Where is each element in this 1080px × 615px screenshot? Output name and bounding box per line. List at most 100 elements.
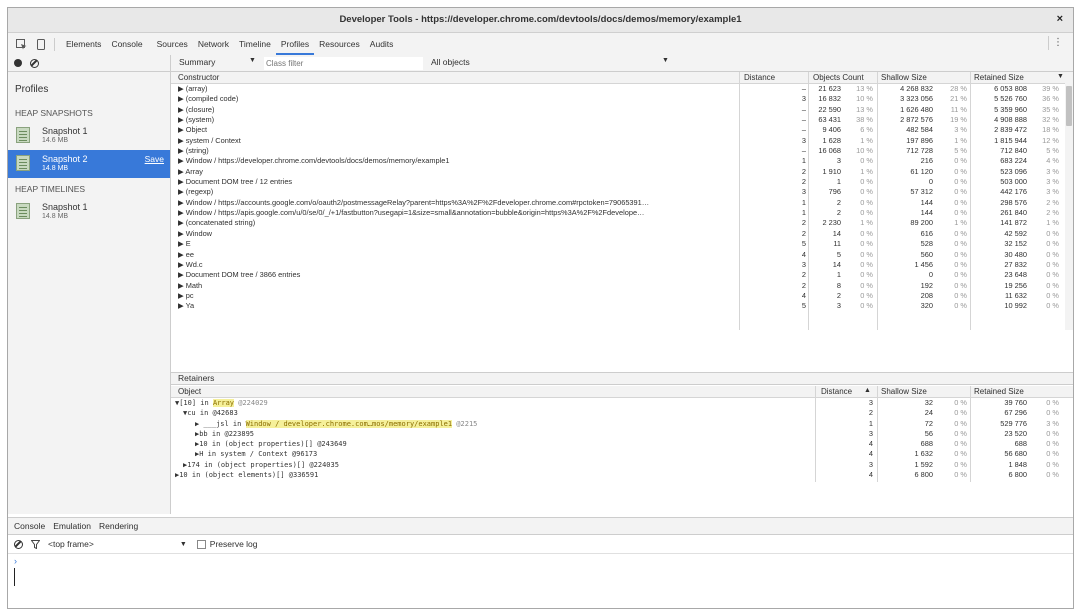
- vertical-scrollbar[interactable]: [1065, 83, 1073, 330]
- sidebar-item-snapshot-1[interactable]: Snapshot 1 14.6 MB: [8, 122, 170, 150]
- dropdown-arrow-icon[interactable]: ▼: [662, 57, 669, 64]
- column-object[interactable]: Object: [178, 387, 201, 396]
- tab-elements[interactable]: Elements: [61, 33, 106, 55]
- column-retained-size[interactable]: Retained Size: [974, 73, 1024, 82]
- clear-all-icon[interactable]: [30, 58, 39, 68]
- column-shallow-size[interactable]: Shallow Size: [881, 387, 927, 396]
- shallow-percent: 19 %: [950, 115, 967, 125]
- table-row[interactable]: ▶ pc 4 2 0 % 208 0 % 11 632 0 %: [171, 291, 1073, 301]
- retained-percent: 1 %: [1046, 218, 1059, 228]
- tab-sources[interactable]: Sources: [152, 33, 193, 55]
- retained-value: 32 152: [1004, 239, 1027, 249]
- table-row[interactable]: ▶ ee 4 5 0 % 560 0 % 30 480 0 %: [171, 250, 1073, 260]
- snapshot-size: 14.8 MB: [42, 165, 69, 172]
- column-shallow-size[interactable]: Shallow Size: [881, 73, 927, 82]
- tab-network[interactable]: Network: [193, 33, 234, 55]
- frame-select[interactable]: <top frame>: [48, 539, 94, 549]
- column-retained-size[interactable]: Retained Size: [974, 387, 1024, 396]
- shallow-value: 192: [920, 280, 933, 290]
- sort-desc-icon[interactable]: ▼: [1057, 73, 1064, 80]
- sidebar-item-snapshot-2[interactable]: Snapshot 2 14.8 MB Save: [8, 150, 170, 178]
- more-menu-icon[interactable]: ⋮: [1048, 36, 1067, 50]
- tab-timeline[interactable]: Timeline: [234, 33, 276, 55]
- class-filter-input[interactable]: [264, 57, 423, 70]
- distance-value: 4: [868, 449, 873, 459]
- record-icon[interactable]: [14, 59, 22, 67]
- table-row[interactable]: ▶ Window / https://developer.chrome.com/…: [171, 156, 1073, 166]
- tab-console[interactable]: Console: [106, 33, 147, 55]
- retained-percent: 0 %: [1046, 239, 1059, 249]
- retained-percent: 18 %: [1042, 125, 1059, 135]
- retainer-row[interactable]: ▶174 in (object properties)[] @224035 3 1 …: [171, 460, 1073, 470]
- perspective-select[interactable]: Summary: [179, 57, 215, 67]
- device-mode-icon[interactable]: [34, 37, 48, 51]
- table-row[interactable]: ▶ Object – 9 406 6 % 482 584 3 % 2 839 472 18 %: [171, 125, 1073, 135]
- retained-value: 19 256: [1004, 280, 1027, 290]
- preserve-log-checkbox[interactable]: [196, 539, 206, 549]
- table-row[interactable]: ▶ Wd.c 3 14 0 % 1 456 0 % 27 832 0 %: [171, 260, 1073, 270]
- tab-emulation[interactable]: Emulation: [49, 521, 95, 531]
- tab-profiles[interactable]: Profiles: [275, 33, 315, 55]
- table-row[interactable]: ▶ Window 2 14 0 % 616 0 % 42 592 0 %: [171, 229, 1073, 239]
- column-distance[interactable]: Distance: [821, 387, 852, 396]
- table-row[interactable]: ▶ Document DOM tree / 3866 entries 2 1 0 % 0…: [171, 270, 1073, 280]
- console-prompt-area[interactable]: ›: [8, 554, 1073, 608]
- inspect-element-icon[interactable]: [14, 37, 28, 51]
- sidebar-item-timeline-snapshot[interactable]: Snapshot 1 14.8 MB: [8, 198, 170, 226]
- count-percent: 0 %: [860, 228, 873, 238]
- retainer-row[interactable]: ▶H in system / Context @96173 4 1 632 0 % 56…: [171, 449, 1073, 459]
- retainer-row[interactable]: ▼cu in @42683 2 24 0 % 67 296 0 %: [171, 408, 1073, 418]
- constructor-name: ▶ pc: [178, 290, 194, 300]
- retainer-object-name: Array: [212, 399, 235, 407]
- close-icon[interactable]: ×: [1057, 13, 1063, 25]
- shallow-percent: 0 %: [954, 408, 967, 418]
- dropdown-arrow-icon[interactable]: ▼: [249, 57, 256, 64]
- shallow-percent: 0 %: [954, 280, 967, 290]
- shallow-percent: 0 %: [954, 156, 967, 166]
- tab-console[interactable]: Console: [8, 521, 49, 531]
- column-objects-count[interactable]: Objects Count: [813, 73, 864, 82]
- table-row[interactable]: ▶ (concatenated string) 2 2 230 1 % 89 200 1 …: [171, 218, 1073, 228]
- table-row[interactable]: ▶ Math 2 8 0 % 192 0 % 19 256 0 %: [171, 281, 1073, 291]
- retainer-row[interactable]: ▶ ___jsl in Window / developer.chrome.co…: [171, 419, 1073, 429]
- column-distance[interactable]: Distance: [744, 73, 775, 82]
- count-percent: 0 %: [860, 177, 873, 187]
- tab-rendering[interactable]: Rendering: [95, 521, 142, 531]
- objects-select[interactable]: All objects: [431, 57, 470, 67]
- retainer-row[interactable]: ▶10 in (object elements)[] @336591 4 6 800…: [171, 470, 1073, 480]
- distance-value: 3: [868, 428, 873, 438]
- count-percent: 0 %: [860, 280, 873, 290]
- save-link[interactable]: Save: [145, 154, 164, 164]
- table-row[interactable]: ▶ Document DOM tree / 12 entries 2 1 0 % 0 0 …: [171, 177, 1073, 187]
- constructor-name: ▶ (closure): [178, 104, 215, 114]
- tab-resources[interactable]: Resources: [314, 33, 365, 55]
- distance-value: 3: [868, 459, 873, 469]
- table-row[interactable]: ▶ Window / https://accounts.google.com/o…: [171, 198, 1073, 208]
- retained-value: 5 359 960: [994, 104, 1027, 114]
- clear-console-icon[interactable]: [14, 539, 23, 549]
- table-row[interactable]: ▶ Window / https://apis.google.com/u/0/s…: [171, 208, 1073, 218]
- table-row[interactable]: ▶ (regexp) 3 796 0 % 57 312 0 % 442 176 3 %: [171, 187, 1073, 197]
- table-row[interactable]: ▶ Array 2 1 910 1 % 61 120 0 % 523 096 3 %: [171, 167, 1073, 177]
- table-row[interactable]: ▶ Ya 5 3 0 % 320 0 % 10 992 0 %: [171, 301, 1073, 311]
- sort-asc-icon[interactable]: ▲: [864, 387, 871, 394]
- retainer-row[interactable]: ▶bb in @223895 3 56 0 % 23 520 0 %: [171, 429, 1073, 439]
- dropdown-arrow-icon[interactable]: ▼: [180, 541, 187, 548]
- title-bar: Developer Tools - https://developer.chro…: [8, 8, 1073, 33]
- console-drawer: Console Emulation Rendering <top frame> …: [8, 517, 1073, 608]
- column-divider: [808, 72, 809, 330]
- count-percent: 0 %: [860, 301, 873, 311]
- scrollbar-thumb[interactable]: [1066, 86, 1072, 126]
- table-row[interactable]: ▶ (system) – 63 431 38 % 2 872 576 19 % 4 908 …: [171, 115, 1073, 125]
- retainer-row[interactable]: ▶10 in (object properties)[] @243649 4 688…: [171, 439, 1073, 449]
- table-row[interactable]: ▶ (array) – 21 623 13 % 4 268 832 28 % 6 053 8…: [171, 84, 1073, 94]
- table-row[interactable]: ▶ system / Context 3 1 628 1 % 197 896 1 % 1 8…: [171, 136, 1073, 146]
- table-row[interactable]: ▶ E 5 11 0 % 528 0 % 32 152 0 %: [171, 239, 1073, 249]
- retainer-row[interactable]: ▼[10] in Array @224029 3 32 0 % 39 760 0 %: [171, 398, 1073, 408]
- table-row[interactable]: ▶ (string) – 16 068 10 % 712 728 5 % 712 840 5 …: [171, 146, 1073, 156]
- column-constructor[interactable]: Constructor: [178, 73, 219, 82]
- table-row[interactable]: ▶ (compiled code) 3 16 832 10 % 3 323 056 21 …: [171, 94, 1073, 104]
- filter-icon[interactable]: [31, 539, 40, 549]
- tab-audits[interactable]: Audits: [365, 33, 399, 55]
- table-row[interactable]: ▶ (closure) – 22 590 13 % 1 626 480 11 % 5 359…: [171, 105, 1073, 115]
